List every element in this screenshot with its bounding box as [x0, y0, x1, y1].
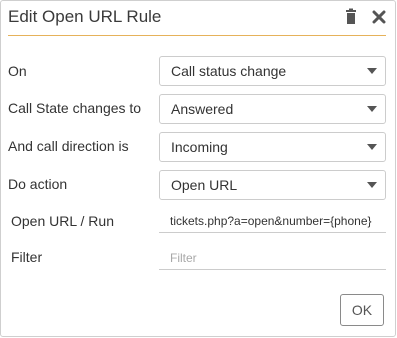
action-select[interactable]: Open URL: [159, 170, 386, 200]
call-state-select[interactable]: Answered: [159, 94, 386, 124]
open-url-label: Open URL / Run: [11, 213, 114, 229]
direction-select[interactable]: Incoming: [159, 132, 386, 162]
ok-button[interactable]: OK: [340, 294, 384, 326]
on-select-value: Call status change: [171, 63, 287, 79]
dialog-header: Edit Open URL Rule: [8, 1, 386, 36]
action-select-value: Open URL: [171, 177, 238, 193]
call-state-select-value: Answered: [171, 101, 234, 117]
direction-label: And call direction is: [8, 138, 129, 154]
edit-rule-dialog: Edit Open URL Rule On Call status change…: [0, 0, 396, 337]
filter-input[interactable]: [159, 246, 386, 270]
chevron-down-icon: [367, 182, 377, 188]
chevron-down-icon: [367, 68, 377, 74]
chevron-down-icon: [367, 144, 377, 150]
close-icon[interactable]: [370, 8, 388, 26]
action-label: Do action: [8, 176, 68, 192]
dialog-title: Edit Open URL Rule: [8, 7, 162, 26]
direction-select-value: Incoming: [171, 139, 228, 155]
on-select[interactable]: Call status change: [159, 56, 386, 86]
filter-label: Filter: [11, 249, 43, 265]
call-state-label: Call State changes to: [8, 100, 142, 116]
chevron-down-icon: [367, 106, 377, 112]
trash-icon[interactable]: [342, 8, 360, 26]
on-label: On: [8, 63, 27, 79]
open-url-input[interactable]: [159, 209, 386, 233]
